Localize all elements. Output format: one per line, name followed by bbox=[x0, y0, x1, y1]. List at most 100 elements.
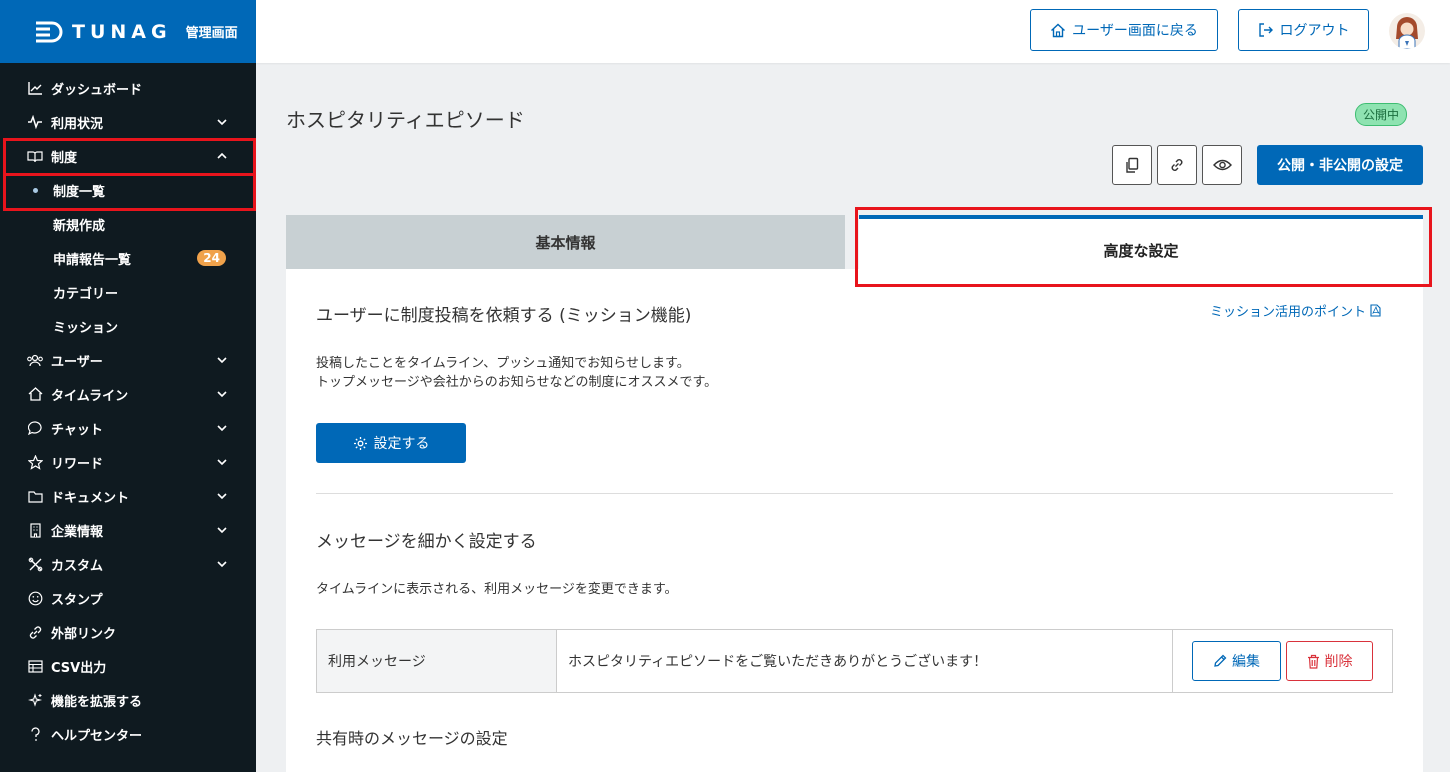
sidebar-nav: ダッシュボード 利用状況 制度 制度一覧 新規作成 申請報告一覧 24 カテゴリ… bbox=[0, 63, 256, 751]
sidebar-item-label: 利用状況 bbox=[51, 116, 104, 132]
sidebar-item-label: 制度 bbox=[51, 150, 78, 166]
message-row-label: 利用メッセージ bbox=[317, 630, 557, 692]
settings-panel bbox=[286, 269, 1423, 772]
book-icon bbox=[26, 147, 44, 165]
sidebar-item-chat[interactable]: チャット bbox=[0, 411, 256, 445]
sidebar-item-company[interactable]: 企業情報 bbox=[0, 513, 256, 547]
sidebar-subitem-mission[interactable]: ミッション bbox=[0, 309, 256, 343]
back-to-user-screen-label: ユーザー画面に戻る bbox=[1072, 22, 1198, 38]
smile-icon bbox=[26, 589, 44, 607]
logout-label: ログアウト bbox=[1279, 22, 1350, 38]
avatar[interactable] bbox=[1389, 13, 1425, 49]
mission-description-line-2: トップメッセージや会社からのお知らせなどの制度にオススメです。 bbox=[316, 375, 718, 390]
folder-icon bbox=[26, 487, 44, 505]
mission-tips-label: ミッション活用のポイント bbox=[1210, 305, 1367, 320]
sidebar-item-label: ヘルプセンター bbox=[51, 728, 143, 744]
link-button[interactable] bbox=[1157, 145, 1197, 185]
building-icon bbox=[26, 521, 44, 539]
mission-description-line-1: 投稿したことをタイムライン、プッシュ通知でお知らせします。 bbox=[316, 356, 690, 371]
star-icon bbox=[26, 453, 44, 471]
logout-icon bbox=[1258, 23, 1273, 37]
sidebar-subitem-applications[interactable]: 申請報告一覧 24 bbox=[0, 241, 256, 275]
sidebar-item-label: ドキュメント bbox=[51, 490, 130, 506]
home-icon bbox=[1051, 23, 1066, 37]
preview-button[interactable] bbox=[1202, 145, 1242, 185]
eye-icon bbox=[1212, 159, 1232, 171]
sidebar-subitem-label: 制度一覧 bbox=[53, 184, 106, 200]
sidebar-subitem-system-list[interactable]: 制度一覧 bbox=[0, 173, 256, 207]
chat-icon bbox=[26, 419, 44, 437]
brand-logo-text: TUNAG bbox=[72, 20, 172, 43]
user-avatar-icon bbox=[1396, 17, 1418, 49]
sidebar-item-usage[interactable]: 利用状況 bbox=[0, 105, 256, 139]
edit-message-button[interactable]: 編集 bbox=[1192, 641, 1281, 681]
logout-button[interactable]: ログアウト bbox=[1238, 9, 1369, 51]
sidebar-subitem-label: 申請報告一覧 bbox=[53, 252, 132, 268]
sidebar-item-users[interactable]: ユーザー bbox=[0, 343, 256, 377]
help-icon bbox=[26, 725, 44, 743]
back-to-user-screen-button[interactable]: ユーザー画面に戻る bbox=[1030, 9, 1218, 51]
chevron-down-icon bbox=[217, 527, 227, 534]
brand-header[interactable]: TUNAG 管理画面 bbox=[0, 0, 256, 63]
section-divider bbox=[316, 493, 1393, 494]
sidebar-item-csv[interactable]: CSV出力 bbox=[0, 649, 256, 683]
tab-basic-info[interactable]: 基本情報 bbox=[286, 215, 845, 269]
sidebar-item-label: CSV出力 bbox=[51, 660, 107, 676]
sidebar-item-label: スタンプ bbox=[51, 592, 103, 608]
count-badge: 24 bbox=[197, 250, 226, 266]
delete-message-button[interactable]: 削除 bbox=[1286, 641, 1373, 681]
sidebar-item-document[interactable]: ドキュメント bbox=[0, 479, 256, 513]
admin-label: 管理画面 bbox=[185, 26, 238, 41]
tunag-logo-icon bbox=[36, 21, 63, 42]
sidebar-item-external-link[interactable]: 外部リンク bbox=[0, 615, 256, 649]
mission-tips-link[interactable]: ミッション活用のポイント bbox=[1210, 301, 1381, 320]
sidebar-item-extend[interactable]: 機能を拡張する bbox=[0, 683, 256, 717]
copy-button[interactable] bbox=[1112, 145, 1152, 185]
chevron-down-icon bbox=[217, 425, 227, 432]
users-icon bbox=[26, 351, 44, 369]
sidebar-subitem-label: ミッション bbox=[53, 320, 119, 336]
chevron-down-icon bbox=[217, 357, 227, 364]
sidebar-item-system[interactable]: 制度 bbox=[0, 139, 256, 173]
chevron-up-icon bbox=[217, 152, 227, 159]
sidebar-item-label: 企業情報 bbox=[51, 524, 104, 540]
sidebar-subitem-new[interactable]: 新規作成 bbox=[0, 207, 256, 241]
sparkle-icon bbox=[26, 691, 44, 709]
sidebar-item-help[interactable]: ヘルプセンター bbox=[0, 717, 256, 751]
message-description: タイムラインに表示される、利用メッセージを変更できます。 bbox=[316, 582, 678, 597]
sidebar-item-reward[interactable]: リワード bbox=[0, 445, 256, 479]
active-dot bbox=[33, 188, 38, 193]
publish-settings-button[interactable]: 公開・非公開の設定 bbox=[1257, 145, 1423, 185]
mission-settings-button[interactable]: 設定する bbox=[316, 423, 466, 463]
sidebar-item-label: リワード bbox=[51, 456, 104, 472]
sidebar-item-custom[interactable]: カスタム bbox=[0, 547, 256, 581]
mission-description: 投稿したことをタイムライン、プッシュ通知でお知らせします。 トップメッセージや会… bbox=[316, 354, 717, 392]
sidebar-item-stamp[interactable]: スタンプ bbox=[0, 581, 256, 615]
sidebar-item-dashboard[interactable]: ダッシュボード bbox=[0, 71, 256, 105]
link-icon bbox=[1171, 159, 1183, 171]
chevron-down-icon bbox=[217, 459, 227, 466]
chevron-down-icon bbox=[217, 119, 227, 126]
sidebar-item-label: 機能を拡張する bbox=[51, 694, 143, 710]
mission-settings-label: 設定する bbox=[373, 435, 430, 451]
chevron-down-icon bbox=[217, 391, 227, 398]
sidebar-item-label: カスタム bbox=[51, 558, 104, 574]
home-icon bbox=[26, 385, 44, 403]
message-table: 利用メッセージ ホスピタリティエピソードをご覧いただきありがとうございます！ 編… bbox=[316, 629, 1393, 693]
page-title: ホスピタリティエピソード bbox=[286, 108, 525, 132]
status-badge: 公開中 bbox=[1355, 103, 1408, 126]
sidebar-item-label: ダッシュボード bbox=[51, 82, 143, 98]
sidebar-item-label: タイムライン bbox=[51, 388, 129, 404]
chart-icon bbox=[26, 79, 44, 97]
pulse-icon bbox=[26, 113, 44, 131]
message-row-value: ホスピタリティエピソードをご覧いただきありがとうございます！ bbox=[557, 630, 1173, 692]
link-icon bbox=[26, 623, 44, 641]
chevron-down-icon bbox=[217, 493, 227, 500]
copy-icon bbox=[1126, 157, 1139, 173]
sidebar-item-timeline[interactable]: タイムライン bbox=[0, 377, 256, 411]
share-message-section-title: 共有時のメッセージの設定 bbox=[316, 729, 508, 748]
sidebar-subitem-category[interactable]: カテゴリー bbox=[0, 275, 256, 309]
top-header: ユーザー画面に戻る ログアウト bbox=[256, 0, 1450, 63]
sidebar-item-label: 外部リンク bbox=[51, 626, 117, 642]
table-icon bbox=[26, 657, 44, 675]
